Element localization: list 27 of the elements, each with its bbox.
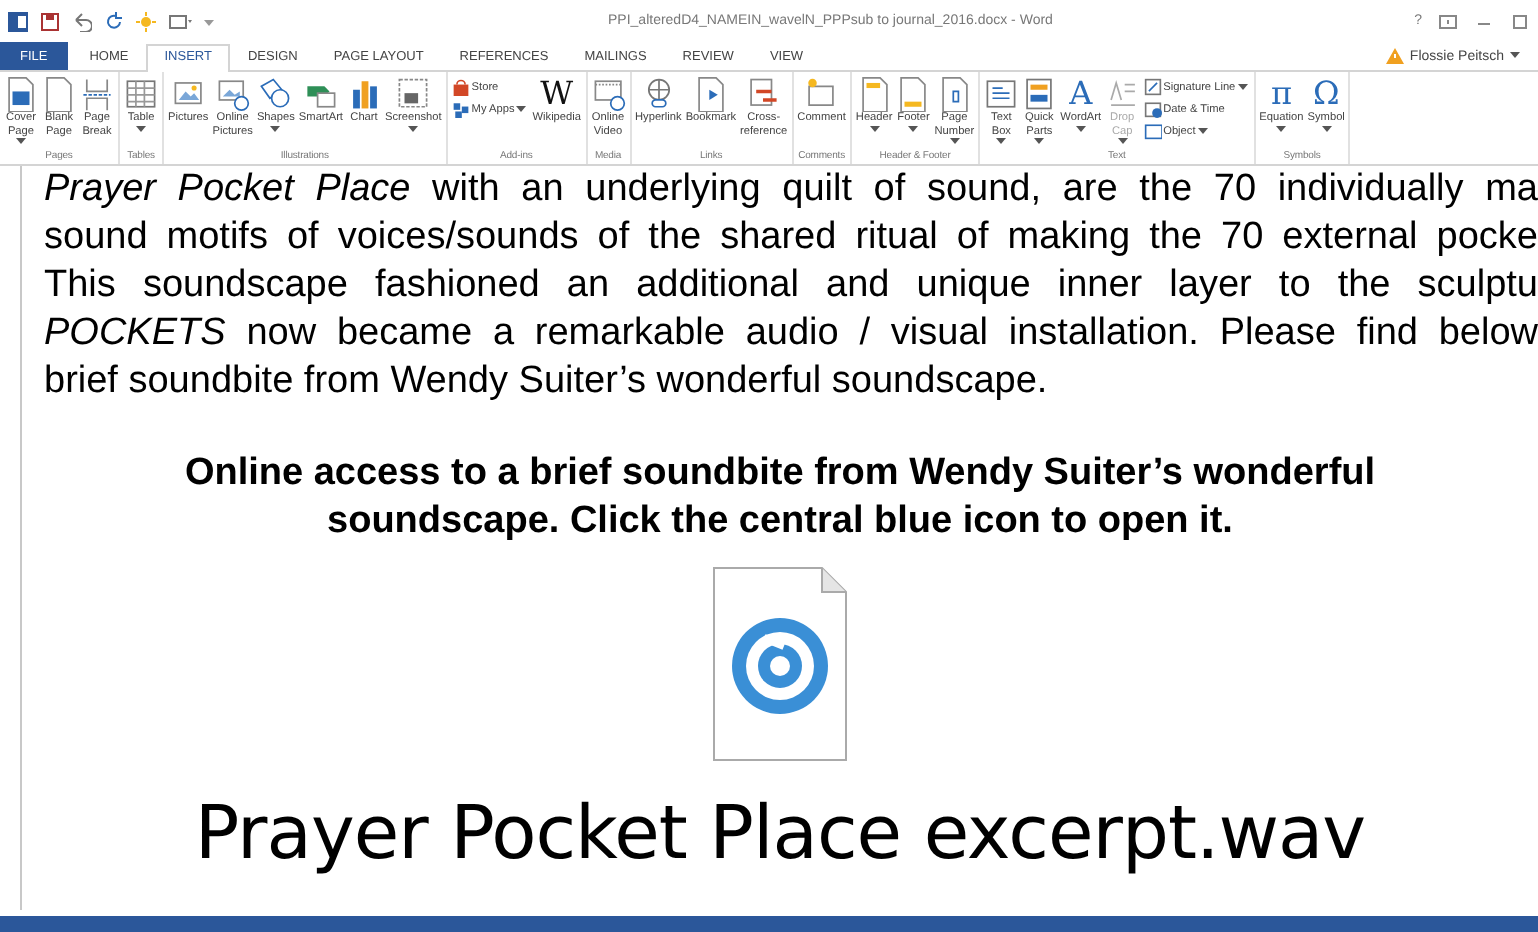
caption-line: soundscape. Click the central blue icon to open it. bbox=[327, 498, 1233, 546]
save-icon[interactable] bbox=[40, 11, 60, 31]
redo-icon[interactable] bbox=[104, 11, 124, 31]
apps-icon bbox=[451, 100, 470, 118]
caption-line: Online access to a brief soundbite from Wendy Suiter’s wonderful bbox=[184, 450, 1376, 498]
ribbon-display-icon[interactable] bbox=[1438, 13, 1458, 29]
customize-caret-icon[interactable] bbox=[204, 15, 216, 27]
bar-chart-icon bbox=[347, 76, 381, 112]
store-bag-icon bbox=[451, 78, 470, 96]
page-break-icon bbox=[80, 76, 114, 112]
paragraph-line: This soundscape fashioned an additional and unique inner layer to the sculptu bbox=[44, 262, 1538, 310]
warning-icon bbox=[1385, 48, 1404, 64]
paragraph-line: Prayer Pocket Place with an underlying quilt of sound, are the 70 individually ma bbox=[44, 166, 1538, 214]
drop-cap-icon bbox=[1105, 76, 1140, 112]
picture-frame-icon[interactable] bbox=[168, 11, 192, 31]
paragraph-line: sound motifs of voices/sounds of the shared ritual of making the 70 external pocke bbox=[44, 214, 1538, 262]
sun-icon[interactable] bbox=[136, 11, 156, 31]
undo-icon[interactable] bbox=[72, 11, 92, 31]
audio-file-icon[interactable] bbox=[712, 566, 848, 762]
attachment-filename[interactable]: Prayer Pocket Place excerpt.wav bbox=[194, 786, 1366, 882]
maximize-icon[interactable] bbox=[1510, 13, 1530, 29]
signature-icon bbox=[1143, 78, 1162, 96]
paragraph-line: POCKETS now became a remarkable audio / visual installation. Please find below bbox=[44, 310, 1538, 358]
caret-icon bbox=[1510, 52, 1522, 60]
paragraph-line: brief soundbite from Wendy Suiter’s wonderful soundscape. bbox=[44, 358, 1050, 406]
word-logo-icon bbox=[8, 11, 28, 31]
frame-icon bbox=[1143, 122, 1162, 140]
